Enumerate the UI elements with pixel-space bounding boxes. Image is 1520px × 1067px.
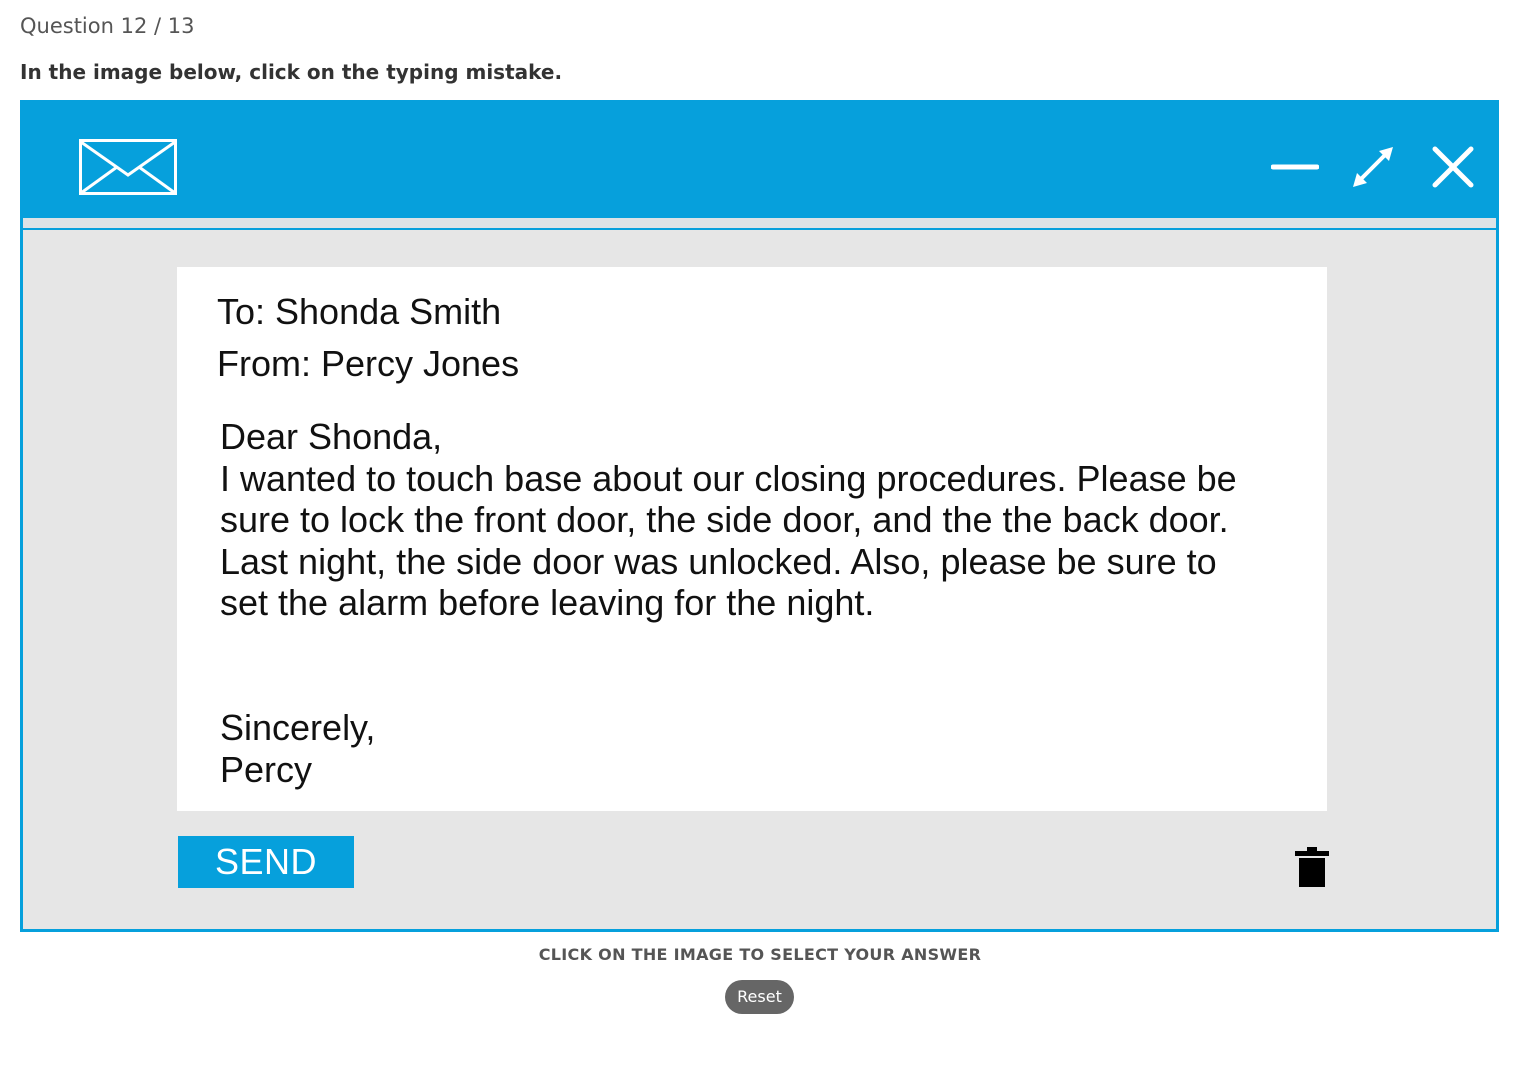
question-image[interactable]: To: Shonda Smith From: Percy Jones Dear …	[20, 100, 1499, 932]
minimize-icon[interactable]	[1271, 143, 1319, 191]
email-message: To: Shonda Smith From: Percy Jones Dear …	[177, 267, 1327, 811]
email-signature: Percy	[220, 749, 313, 790]
email-to-line: To: Shonda Smith	[217, 291, 502, 332]
email-closing: Sincerely,	[220, 707, 376, 748]
answer-instruction: CLICK ON THE IMAGE TO SELECT YOUR ANSWER	[538, 945, 982, 964]
email-body-line: I wanted to touch base about our closing…	[220, 457, 1237, 499]
email-greeting: Dear Shonda,	[220, 416, 443, 457]
close-icon[interactable]	[1429, 143, 1477, 191]
email-body-line: set the alarm before leaving for the nig…	[220, 582, 875, 623]
email-body-line: sure to lock the front door, the side do…	[220, 499, 1229, 540]
trash-icon[interactable]	[1295, 847, 1329, 887]
email-signoff: Sincerely, Percy	[220, 707, 375, 791]
question-counter: Question 12 / 13	[20, 14, 195, 38]
envelope-icon	[79, 139, 177, 195]
reset-button[interactable]: Reset	[725, 980, 794, 1014]
titlebar-divider	[23, 218, 1496, 230]
send-button[interactable]: SEND	[178, 836, 354, 888]
email-body: Dear Shonda, I wanted to touch base abou…	[220, 416, 1300, 624]
expand-arrows-icon[interactable]	[1349, 143, 1397, 191]
question-prompt: In the image below, click on the typing …	[20, 60, 563, 84]
email-body-line: Last night, the side door was unlocked. …	[220, 540, 1217, 582]
email-titlebar	[23, 103, 1496, 218]
email-from-line: From: Percy Jones	[217, 343, 520, 384]
